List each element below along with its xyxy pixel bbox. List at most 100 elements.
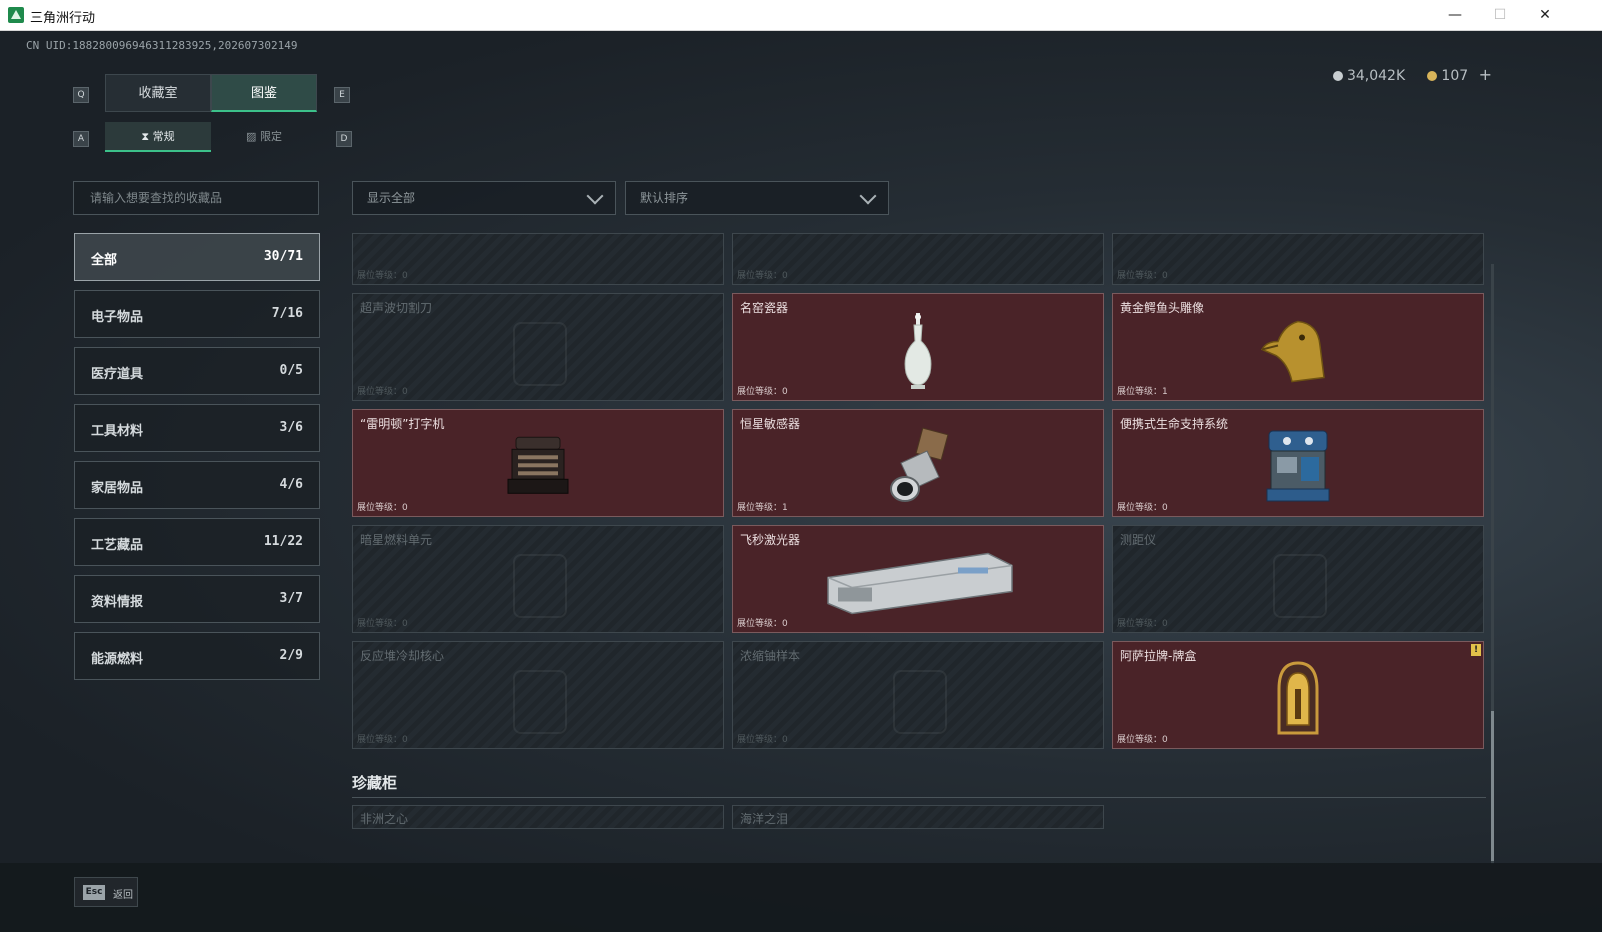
category-label: 全部 [91,253,118,268]
subtab-limited-label: 限定 [259,130,282,143]
item-tile-reactor-cooling-core[interactable]: 反应堆冷却核心 展位等级：0 [352,641,724,749]
item-tile-tear-of-ocean[interactable]: 海洋之泪 [732,805,1104,829]
category-label: 医疗道具 [91,367,144,382]
item-tile-asala-card-box[interactable]: 阿萨拉牌-牌盒 ! 展位等级：0 [1112,641,1484,749]
category-label: 电子物品 [91,310,144,325]
tile-name: 暗星燃料单元 [360,533,433,547]
category-label: 能源燃料 [91,652,144,667]
category-energy[interactable]: 能源燃料 2/9 [74,632,320,680]
item-tile-star-sensor[interactable]: 恒星敏感器 展位等级：1 [732,409,1104,517]
category-household[interactable]: 家居物品 4/6 [74,461,320,509]
display-filter-dropdown[interactable]: 显示全部 [352,181,616,215]
tile-level: 展位等级：0 [737,619,788,629]
tile-level: 展位等级：0 [1117,619,1168,629]
item-tile-remington-typewriter[interactable]: “雷明顿”打字机 展位等级：0 [352,409,724,517]
gold-crocodile-icon [1260,320,1325,383]
sort-value: 默认排序 [640,191,689,205]
category-count: 0/5 [279,363,303,378]
category-all[interactable]: 全部 30/71 [74,233,320,281]
app-logo-icon [8,7,24,23]
category-label: 资料情报 [91,595,144,610]
tile-level: 展位等级：0 [737,387,788,397]
search-input[interactable] [88,190,312,206]
add-currency-button[interactable]: + [1479,65,1492,84]
item-tile-gold-crocodile-statue[interactable]: 黄金鳄鱼头雕像 展位等级：1 [1112,293,1484,401]
category-crafts[interactable]: 工艺藏品 11/22 [74,518,320,566]
category-count: 2/9 [279,648,303,663]
locked-item-silhouette-icon [513,322,567,386]
tile-name: 名窑瓷器 [740,301,789,315]
gold-coin-icon [1427,71,1438,81]
category-electronics[interactable]: 电子物品 7/16 [74,290,320,338]
item-tile-portable-life-support[interactable]: 便携式生命支持系统 展位等级：0 [1112,409,1484,517]
sort-dropdown[interactable]: 默认排序 [625,181,889,215]
item-tile-ultrasonic-cutter[interactable]: 超声波切割刀 展位等级：0 [352,293,724,401]
tab-collection-room[interactable]: 收藏室 [105,74,211,112]
maximize-button[interactable]: ☐ [1477,0,1523,30]
tile-level: 展位等级：0 [357,387,408,397]
key-hint-a: A [73,131,89,147]
tab-codex[interactable]: 图鉴 [211,74,317,112]
category-count: 4/6 [279,477,303,492]
item-tile-rangefinder[interactable]: 测距仪 展位等级：0 [1112,525,1484,633]
tile-name: 超声波切割刀 [360,301,433,315]
category-count: 30/71 [263,249,303,264]
display-filter-value: 显示全部 [367,191,416,205]
item-tile-heart-of-africa[interactable]: 非洲之心 [352,805,724,829]
tile-level: 展位等级：0 [1117,735,1168,745]
tile-name: “雷明顿”打字机 [360,417,445,431]
locked-item-silhouette-icon [1273,554,1327,618]
back-button[interactable]: Esc 返回 [74,877,138,907]
tile-name: 飞秒激光器 [740,533,801,547]
key-hint-d: D [336,131,352,147]
key-hint-q: Q [73,87,89,103]
category-count: 11/22 [263,534,303,549]
laser-icon [827,552,1013,615]
chevron-down-icon [859,187,877,205]
item-tile-famous-porcelain[interactable]: 名窑瓷器 展位等级：0 [732,293,1104,401]
silver-amount: 34,042K [1346,68,1406,84]
category-count: 7/16 [271,306,303,321]
locked-item-silhouette-icon [513,554,567,618]
back-label: 返回 [113,890,133,901]
tile-name: 非洲之心 [360,812,409,826]
tile-name: 测距仪 [1120,533,1157,547]
category-count: 3/7 [279,591,303,606]
category-tools[interactable]: 工具材料 3/6 [74,404,320,452]
locked-item-silhouette-icon [513,670,567,734]
category-count: 3/6 [279,420,303,435]
tile-level: 展位等级：0 [737,271,788,281]
vase-icon [904,313,932,389]
gold-amount: 107 [1441,68,1469,84]
tile-name: 阿萨拉牌-牌盒 [1120,649,1197,663]
section-divider [352,797,1486,798]
search-box[interactable] [73,181,319,215]
chevron-down-icon [586,187,604,205]
game-screen: CN UID:188280096946311283925,20260730214… [0,31,1602,932]
minimize-button[interactable]: — [1432,0,1478,30]
card-box-icon [1277,661,1319,735]
category-intel[interactable]: 资料情报 3/7 [74,575,320,623]
typewriter-icon [507,436,569,494]
tile-name: 海洋之泪 [740,812,789,826]
close-button[interactable]: ✕ [1522,0,1568,30]
tile-level: 展位等级：0 [357,735,408,745]
item-tile[interactable]: 展位等级：0 [352,233,724,285]
tile-name: 黄金鳄鱼头雕像 [1120,301,1205,315]
item-tile-enriched-uranium-sample[interactable]: 浓缩铀样本 展位等级：0 [732,641,1104,749]
category-label: 工艺藏品 [91,538,144,553]
scrollbar-thumb[interactable] [1491,711,1494,861]
category-label: 家居物品 [91,481,144,496]
tile-name: 反应堆冷却核心 [360,649,445,663]
uid-label: CN UID:188280096946311283925,20260730214… [26,39,298,52]
currency-display: 34,042K 107 + [1332,65,1492,84]
tile-level: 展位等级：1 [737,503,788,513]
item-tile-femtosecond-laser[interactable]: 飞秒激光器 展位等级：0 [732,525,1104,633]
subtab-regular[interactable]: ⧗ 常规 [105,122,211,152]
subtab-limited[interactable]: ▨ 限定 [211,122,317,152]
section-title: 珍藏柜 [352,774,398,792]
item-tile[interactable]: 展位等级：0 [1112,233,1484,285]
item-tile-dark-star-fuel-cell[interactable]: 暗星燃料单元 展位等级：0 [352,525,724,633]
item-tile[interactable]: 展位等级：0 [732,233,1104,285]
category-medical[interactable]: 医疗道具 0/5 [74,347,320,395]
